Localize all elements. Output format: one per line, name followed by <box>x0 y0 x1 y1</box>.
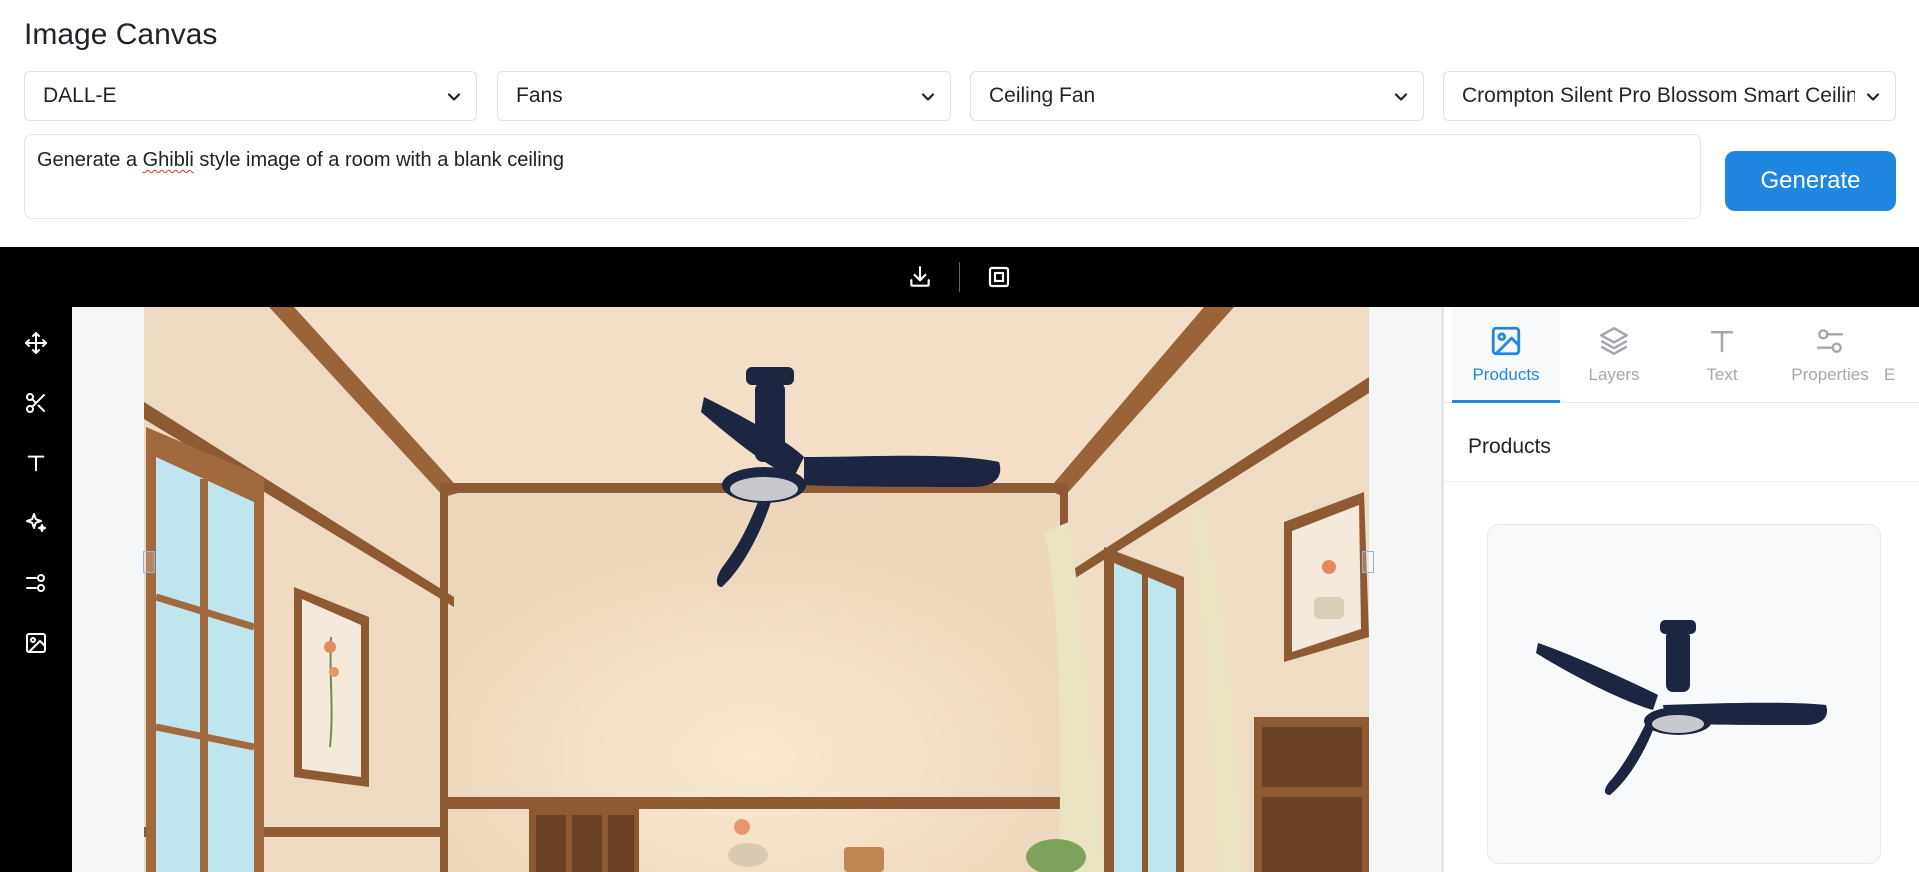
fit-to-frame-icon[interactable] <box>985 263 1013 291</box>
panel-title: Products <box>1468 435 1551 458</box>
sliders-icon <box>1812 323 1848 359</box>
toolbar-divider <box>959 262 960 292</box>
tab-properties-label: Properties <box>1791 365 1869 384</box>
scissors-icon[interactable] <box>22 389 50 417</box>
product-card[interactable] <box>1487 524 1881 864</box>
spellcheck-flagged-word: Ghibli <box>142 149 194 171</box>
subcategory-select[interactable]: Ceiling Fan <box>970 71 1424 121</box>
product-thumbnail <box>1536 620 1828 795</box>
chevron-down-icon <box>447 93 461 101</box>
tab-text-label: Text <box>1706 365 1738 384</box>
image-icon[interactable] <box>22 629 50 657</box>
tab-layers[interactable]: Layers <box>1560 307 1668 403</box>
resize-handle-right[interactable] <box>1362 551 1374 573</box>
image-icon <box>1488 323 1524 359</box>
model-select-value: DALL-E <box>43 84 117 107</box>
product-select[interactable]: Crompton Silent Pro Blossom Smart Ceilin <box>1443 71 1896 121</box>
tab-text[interactable]: Text <box>1668 307 1776 403</box>
category-select-value: Fans <box>516 84 563 107</box>
prompt-text-start: Generate a <box>37 149 143 171</box>
layers-icon <box>1596 323 1632 359</box>
room-illustration <box>144 307 1369 872</box>
text-icon[interactable] <box>22 449 50 477</box>
resize-handle-left[interactable] <box>143 551 155 573</box>
product-select-value: Crompton Silent Pro Blossom Smart Ceilin <box>1462 84 1855 107</box>
category-select[interactable]: Fans <box>497 71 951 121</box>
chevron-down-icon <box>921 93 935 101</box>
header: Image Canvas DALL-E Fans Ceiling Fan Cro… <box>0 0 1919 247</box>
right-panel: Products Layers Text Properties E Produc… <box>1441 307 1919 872</box>
tab-properties[interactable]: Properties <box>1776 307 1884 403</box>
tab-products[interactable]: Products <box>1452 307 1560 403</box>
tab-products-label: Products <box>1472 365 1540 384</box>
chevron-down-icon <box>1394 93 1408 101</box>
tool-sidebar <box>0 307 72 872</box>
page-title: Image Canvas <box>24 18 218 51</box>
sliders-icon[interactable] <box>22 569 50 597</box>
model-select[interactable]: DALL-E <box>24 71 477 121</box>
download-icon[interactable] <box>906 263 934 291</box>
text-icon <box>1704 323 1740 359</box>
canvas-area[interactable] <box>72 307 1441 872</box>
prompt-input[interactable]: Generate a Ghibli style image of a room … <box>24 134 1701 219</box>
move-icon[interactable] <box>22 329 50 357</box>
generate-button[interactable]: Generate <box>1725 151 1896 211</box>
tab-overflow[interactable]: E <box>1884 307 1919 403</box>
generated-room-image[interactable] <box>144 307 1369 872</box>
tab-overflow-label: E <box>1884 365 1896 384</box>
subcategory-select-value: Ceiling Fan <box>989 84 1096 107</box>
panel-divider <box>1444 481 1919 482</box>
canvas-toolbar <box>0 247 1919 307</box>
panel-tabs: Products Layers Text Properties E <box>1444 307 1919 403</box>
prompt-text-end: style image of a room with a blank ceili… <box>193 149 564 171</box>
tab-layers-label: Layers <box>1588 365 1640 384</box>
chevron-down-icon <box>1866 93 1880 101</box>
sparkles-icon[interactable] <box>22 509 50 537</box>
